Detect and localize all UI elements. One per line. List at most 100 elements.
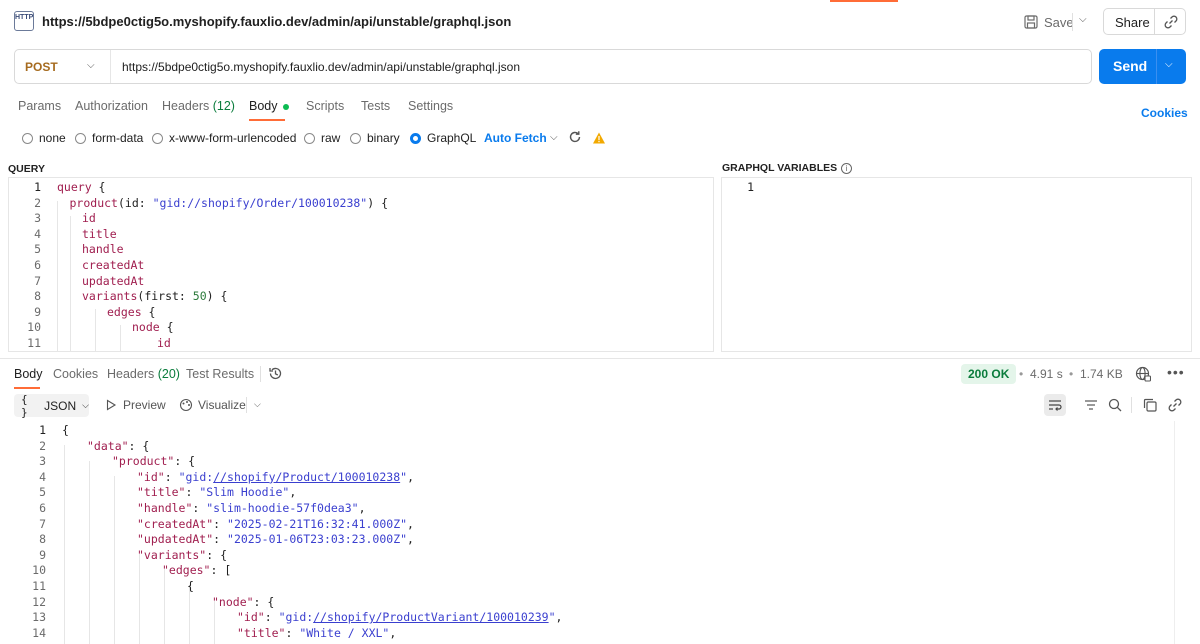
play-icon bbox=[106, 399, 117, 411]
tab-active-underline bbox=[249, 119, 285, 121]
response-body-viewer[interactable]: 1 2 3 4 5 6 7 8 9 10 11 12 13 14 {"data": {"product":… bbox=[0, 421, 1200, 644]
graphql-variables-editor[interactable]: 1 bbox=[721, 177, 1192, 352]
send-button[interactable]: Send ⌵ bbox=[1099, 49, 1186, 84]
code-token: "title" bbox=[137, 485, 186, 500]
tab-params[interactable]: Params bbox=[18, 99, 61, 113]
code-token: 50 bbox=[192, 289, 207, 304]
divider bbox=[110, 50, 111, 83]
info-icon[interactable]: i bbox=[841, 162, 853, 174]
query-editor[interactable]: 1 2 3 4 5 6 7 8 9 10 11 query {product(id: "gid://… bbox=[8, 177, 714, 352]
tab-authorization[interactable]: Authorization bbox=[75, 99, 148, 113]
body-modified-dot bbox=[282, 103, 289, 110]
line-number: 10 bbox=[32, 563, 46, 578]
code-token: "product" bbox=[112, 454, 175, 469]
auto-fetch-chevron-icon[interactable]: ⌵ bbox=[550, 132, 558, 143]
line-number: 3 bbox=[34, 211, 41, 226]
response-size[interactable]: 1.74 KB bbox=[1080, 367, 1123, 381]
line-number: 9 bbox=[39, 547, 46, 562]
radio-none[interactable]: none bbox=[22, 131, 66, 145]
code-token: : bbox=[164, 469, 179, 484]
more-options-icon[interactable]: ••• bbox=[1167, 364, 1185, 380]
query-label: QUERY bbox=[8, 163, 45, 175]
code-line: node { bbox=[132, 320, 174, 334]
scrollbar[interactable] bbox=[1174, 421, 1186, 644]
code-line: id bbox=[157, 336, 171, 350]
indent-guide bbox=[57, 201, 58, 351]
code-token: : bbox=[192, 501, 207, 515]
method-select[interactable]: POST bbox=[25, 60, 58, 74]
code-token: "handle" bbox=[137, 501, 193, 515]
code-token: { bbox=[62, 423, 69, 437]
line-number: 1 bbox=[34, 180, 41, 194]
code-token: : bbox=[213, 516, 228, 531]
code-token: , bbox=[407, 532, 414, 547]
tab-tests[interactable]: Tests bbox=[361, 99, 390, 113]
line-number: 12 bbox=[32, 594, 46, 609]
copy-icon[interactable] bbox=[1141, 396, 1159, 414]
pane-divider[interactable] bbox=[0, 358, 1200, 359]
response-format-select[interactable]: { } JSON ⌵ bbox=[14, 393, 89, 419]
cookies-link[interactable]: Cookies bbox=[1141, 106, 1188, 120]
network-globe-icon[interactable] bbox=[1135, 366, 1151, 382]
request-title[interactable]: https://5bdpe0ctig5o.myshopify.fauxlio.d… bbox=[42, 14, 511, 29]
code-token: : [ bbox=[210, 563, 232, 578]
code-token: "White / XXL" bbox=[299, 625, 390, 640]
line-number: 8 bbox=[39, 532, 46, 547]
save-icon bbox=[1024, 15, 1038, 29]
history-icon[interactable] bbox=[268, 366, 283, 381]
code-line: "title": "White / XXL", bbox=[237, 626, 396, 640]
url-input[interactable]: https://5bdpe0ctig5o.myshopify.fauxlio.d… bbox=[122, 60, 520, 74]
visualize-button[interactable]: Visualize bbox=[179, 398, 246, 412]
line-number: 8 bbox=[34, 289, 41, 304]
word-wrap-icon[interactable] bbox=[1046, 396, 1064, 414]
code-line: "edges": [ bbox=[162, 563, 231, 577]
indent-guide bbox=[189, 585, 190, 644]
code-token: " bbox=[548, 610, 556, 625]
headers-count: (12) bbox=[212, 99, 235, 113]
tab-headers[interactable]: Headers (12) bbox=[162, 99, 235, 113]
tab-body[interactable]: Body bbox=[249, 99, 289, 113]
code-line: createdAt bbox=[82, 258, 144, 272]
radio-binary[interactable]: binary bbox=[350, 131, 400, 145]
radio-raw[interactable]: raw bbox=[304, 131, 340, 145]
tab-scripts[interactable]: Scripts bbox=[306, 99, 344, 113]
auto-fetch-button[interactable]: Auto Fetch bbox=[484, 131, 547, 145]
code-token: , bbox=[389, 625, 397, 640]
radio-x-www-form-urlencoded[interactable]: x-www-form-urlencoded bbox=[152, 131, 296, 145]
search-icon[interactable] bbox=[1106, 396, 1124, 414]
filter-icon[interactable] bbox=[1082, 396, 1100, 414]
radio-form-data[interactable]: form-data bbox=[75, 131, 143, 145]
code-line: "createdAt": "2025-02-21T16:32:41.000Z", bbox=[137, 517, 414, 531]
link-icon[interactable] bbox=[1166, 396, 1184, 414]
tab-settings[interactable]: Settings bbox=[408, 99, 453, 113]
refresh-icon[interactable] bbox=[568, 130, 582, 144]
response-time[interactable]: 4.91 s bbox=[1030, 367, 1063, 381]
radio-graphql[interactable]: GraphQL bbox=[410, 131, 476, 145]
code-line: { bbox=[187, 579, 194, 593]
code-token: : { bbox=[253, 594, 275, 609]
share-button[interactable]: Share bbox=[1115, 15, 1150, 30]
send-options-chevron-icon[interactable]: ⌵ bbox=[1165, 59, 1173, 70]
status-badge[interactable]: 200 OK bbox=[961, 364, 1017, 384]
preview-button[interactable]: Preview bbox=[105, 398, 166, 412]
chevron-down-icon[interactable]: ⌵ bbox=[87, 60, 95, 71]
copy-link-icon[interactable] bbox=[1162, 13, 1180, 31]
radio-label: raw bbox=[321, 131, 341, 145]
response-tab-body[interactable]: Body bbox=[14, 367, 43, 381]
code-token: variants bbox=[82, 289, 138, 304]
code-token: ) { bbox=[367, 195, 389, 210]
response-tab-cookies[interactable]: Cookies bbox=[53, 367, 98, 381]
response-tab-test-results[interactable]: Test Results bbox=[186, 367, 254, 381]
response-tab-headers[interactable]: Headers (20) bbox=[107, 367, 180, 381]
save-options-chevron-icon[interactable]: ⌵ bbox=[1079, 14, 1087, 25]
warning-icon[interactable] bbox=[592, 131, 606, 145]
line-number: 2 bbox=[39, 438, 46, 453]
line-number: 13 bbox=[32, 610, 46, 625]
chevron-down-icon: ⌵ bbox=[82, 400, 89, 410]
code-token: , bbox=[407, 469, 414, 484]
visualize-chevron-icon[interactable]: ⌵ bbox=[254, 399, 261, 410]
code-line: "handle": "slim-hoodie-57f0dea3", bbox=[137, 501, 366, 515]
code-line: query { bbox=[57, 180, 105, 194]
code-token: "createdAt" bbox=[137, 516, 214, 531]
code-token: title bbox=[82, 226, 117, 241]
